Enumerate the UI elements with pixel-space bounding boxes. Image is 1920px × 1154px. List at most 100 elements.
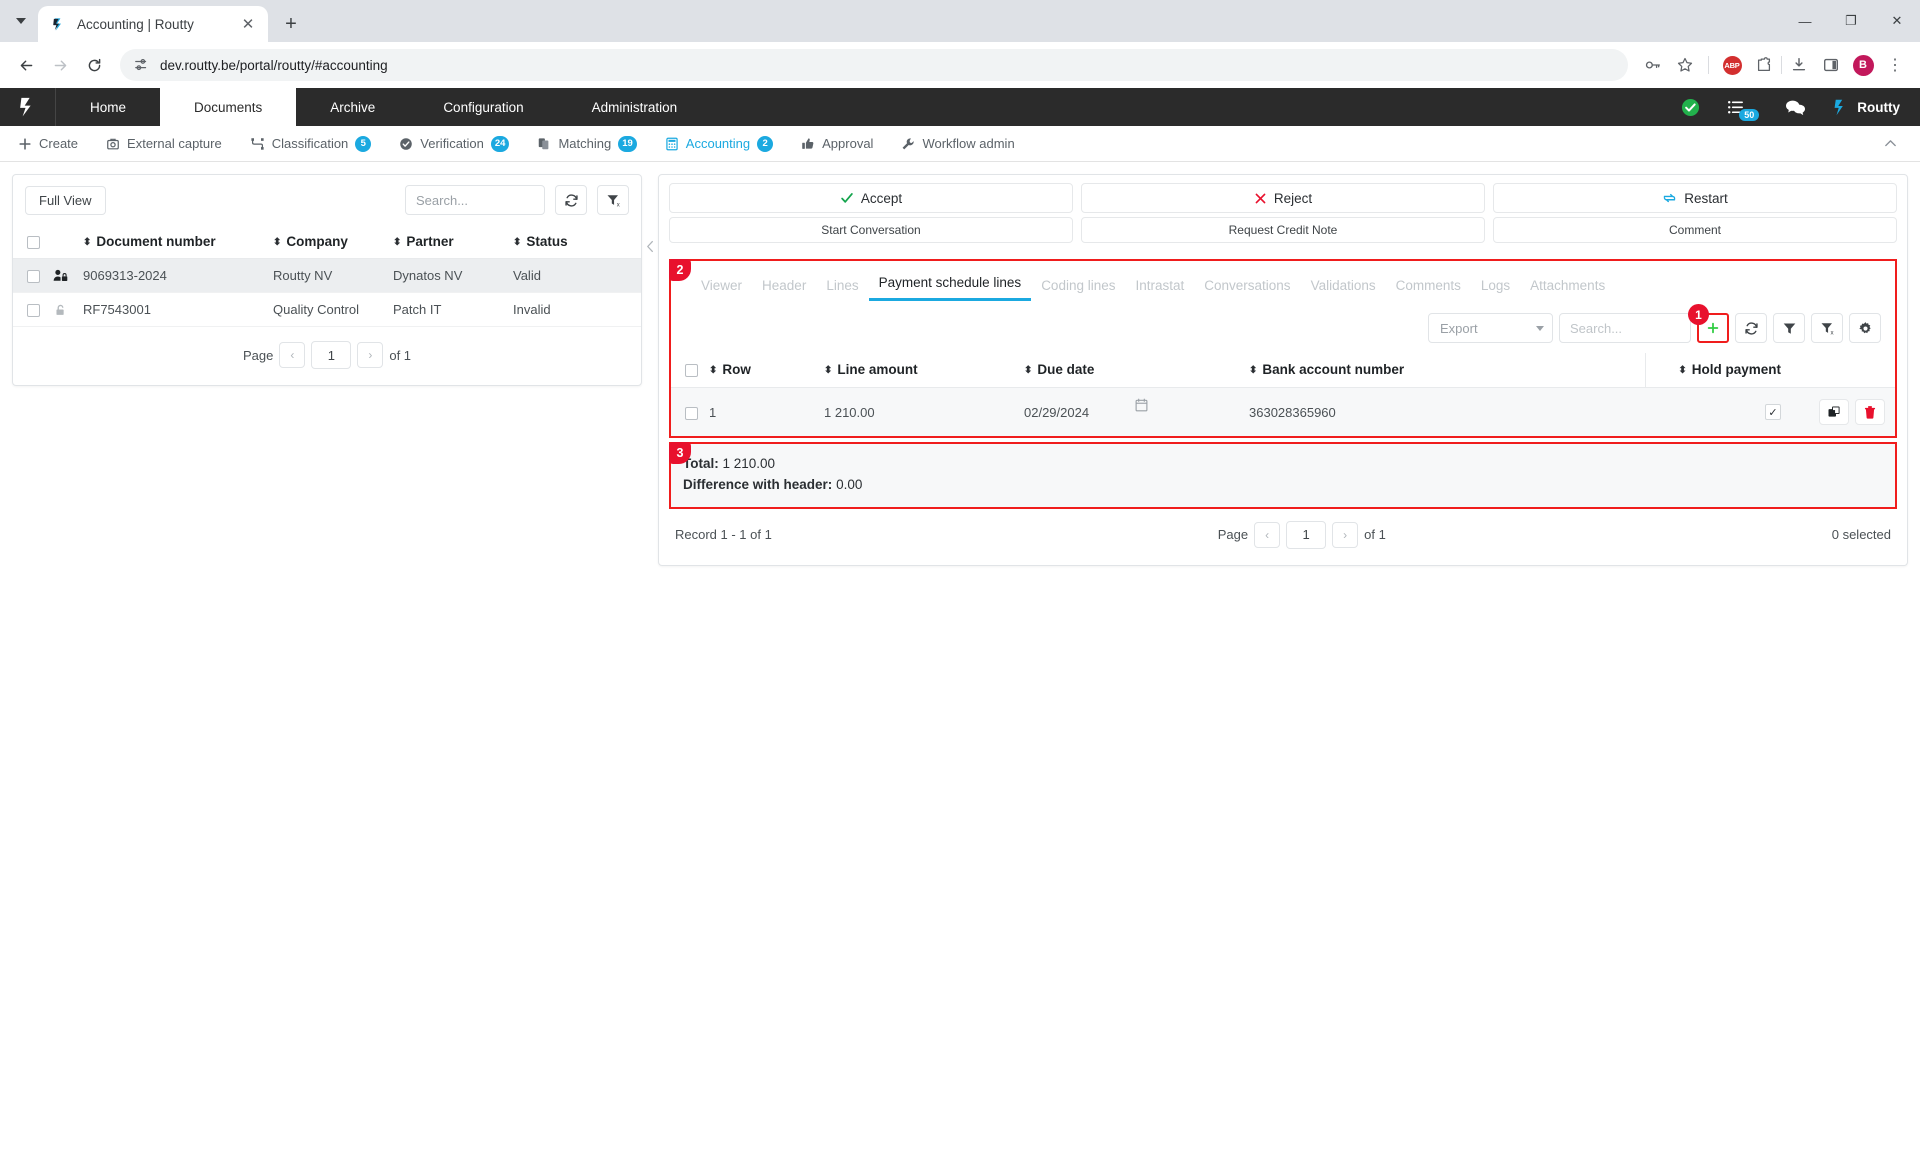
- tab-search-button[interactable]: [4, 4, 38, 38]
- tasks-list-icon[interactable]: 50: [1726, 98, 1759, 117]
- filter-icon[interactable]: [1773, 313, 1805, 343]
- maximize-button[interactable]: ❐: [1828, 0, 1874, 42]
- sort-icon[interactable]: ⬍: [1678, 365, 1686, 376]
- workflow-step-workflow-admin[interactable]: Workflow admin: [887, 136, 1028, 151]
- nav-item-home[interactable]: Home: [56, 88, 160, 126]
- nav-item-configuration[interactable]: Configuration: [409, 88, 557, 126]
- table-row[interactable]: 1 1 210.00 02/29/2024 363028365960: [671, 388, 1895, 437]
- new-tab-button[interactable]: +: [276, 9, 306, 39]
- browser-menu-icon[interactable]: ⋮: [1880, 50, 1910, 80]
- address-bar[interactable]: dev.routty.be/portal/routty/#accounting: [120, 49, 1628, 81]
- panel-collapse-handle[interactable]: [642, 174, 658, 253]
- password-key-icon[interactable]: [1638, 50, 1668, 80]
- tab-logs[interactable]: Logs: [1471, 272, 1520, 301]
- refresh-icon[interactable]: [555, 185, 587, 215]
- restart-button[interactable]: Restart: [1493, 183, 1897, 213]
- sort-icon[interactable]: ⬍: [513, 237, 521, 248]
- gear-icon[interactable]: [1849, 313, 1881, 343]
- nav-item-administration[interactable]: Administration: [558, 88, 712, 126]
- comment-button[interactable]: Comment: [1493, 217, 1897, 243]
- workflow-step-create[interactable]: Create: [18, 136, 92, 151]
- trash-icon[interactable]: [1855, 399, 1885, 425]
- tab-conversations[interactable]: Conversations: [1194, 272, 1300, 301]
- pager-total: of 1: [1364, 527, 1386, 542]
- tab-header[interactable]: Header: [752, 272, 816, 301]
- pager-next-button[interactable]: ›: [357, 342, 383, 368]
- chat-bubbles-icon[interactable]: [1785, 98, 1806, 117]
- accept-button[interactable]: Accept: [669, 183, 1073, 213]
- request-credit-note-button[interactable]: Request Credit Note: [1081, 217, 1485, 243]
- pager-page-input[interactable]: 1: [311, 341, 351, 369]
- downloads-icon[interactable]: [1784, 50, 1814, 80]
- workflow-step-approval[interactable]: Approval: [787, 136, 887, 151]
- workflow-step-external-capture[interactable]: External capture: [92, 136, 236, 151]
- classification-icon: [250, 137, 265, 151]
- bookmark-star-icon[interactable]: [1670, 50, 1700, 80]
- side-panel-icon[interactable]: [1816, 50, 1846, 80]
- tab-coding-lines[interactable]: Coding lines: [1031, 272, 1125, 301]
- hold-payment-checkbox[interactable]: ✓: [1765, 404, 1781, 420]
- tab-lines[interactable]: Lines: [816, 272, 868, 301]
- copy-icon[interactable]: [1819, 399, 1849, 425]
- nav-item-archive[interactable]: Archive: [296, 88, 409, 126]
- browser-omnibar: dev.routty.be/portal/routty/#accounting …: [0, 42, 1920, 88]
- site-settings-icon[interactable]: [134, 57, 150, 73]
- workflow-step-accounting[interactable]: Accounting 2: [651, 136, 787, 152]
- select-all-checkbox[interactable]: [685, 364, 698, 377]
- check-circle-icon[interactable]: [1681, 98, 1700, 117]
- export-dropdown[interactable]: Export: [1428, 313, 1553, 343]
- table-row[interactable]: RF7543001 Quality Control Patch IT Inval…: [13, 293, 641, 327]
- tab-comments[interactable]: Comments: [1386, 272, 1471, 301]
- column-header-line-amount: Line amount: [837, 362, 917, 377]
- tab-payment-schedule-lines[interactable]: Payment schedule lines: [869, 269, 1032, 301]
- back-icon[interactable]: [10, 49, 42, 81]
- pager-prev-button[interactable]: ‹: [279, 342, 305, 368]
- pager-page-input[interactable]: 1: [1286, 521, 1326, 549]
- forward-icon[interactable]: [44, 49, 76, 81]
- minimize-button[interactable]: —: [1782, 0, 1828, 42]
- tab-attachments[interactable]: Attachments: [1520, 272, 1615, 301]
- pager-prev-button[interactable]: ‹: [1254, 522, 1280, 548]
- filter-clear-icon[interactable]: x: [1811, 313, 1843, 343]
- tab-intrastat[interactable]: Intrastat: [1125, 272, 1194, 301]
- tab-validations[interactable]: Validations: [1301, 272, 1386, 301]
- workflow-step-classification[interactable]: Classification 5: [236, 136, 386, 152]
- user-menu[interactable]: Routty: [1832, 98, 1900, 117]
- avatar[interactable]: B: [1848, 50, 1878, 80]
- pager-next-button[interactable]: ›: [1332, 522, 1358, 548]
- cell-row: 1: [705, 388, 820, 437]
- workflow-step-verification[interactable]: Verification 24: [385, 136, 523, 152]
- nav-item-documents[interactable]: Documents: [160, 88, 296, 126]
- start-conversation-button[interactable]: Start Conversation: [669, 217, 1073, 243]
- refresh-icon[interactable]: [1735, 313, 1767, 343]
- select-all-checkbox[interactable]: [27, 236, 40, 249]
- window-close-button[interactable]: ✕: [1874, 0, 1920, 42]
- table-row[interactable]: 9069313-2024 Routty NV Dynatos NV Valid: [13, 259, 641, 293]
- row-checkbox[interactable]: [27, 304, 40, 317]
- filter-clear-icon[interactable]: x: [597, 185, 629, 215]
- sort-icon[interactable]: ⬍: [709, 365, 717, 376]
- tab-viewer[interactable]: Viewer: [691, 272, 752, 301]
- sort-icon[interactable]: ⬍: [824, 365, 832, 376]
- reject-button[interactable]: Reject: [1081, 183, 1485, 213]
- row-checkbox[interactable]: [685, 407, 698, 420]
- extensions-puzzle-icon[interactable]: [1749, 50, 1779, 80]
- chevron-up-icon[interactable]: [1883, 136, 1902, 151]
- routty-brand-logo[interactable]: [0, 88, 56, 126]
- workflow-step-matching[interactable]: Matching 19: [523, 136, 650, 152]
- row-checkbox[interactable]: [27, 270, 40, 283]
- adblock-plus-icon[interactable]: ABP: [1717, 50, 1747, 80]
- sort-icon[interactable]: ⬍: [1249, 365, 1257, 376]
- sort-icon[interactable]: ⬍: [1024, 365, 1032, 376]
- sort-icon[interactable]: ⬍: [273, 237, 281, 248]
- difference-value: 0.00: [836, 477, 862, 492]
- workflow-step-badge: 5: [355, 136, 371, 152]
- full-view-button[interactable]: Full View: [25, 186, 106, 215]
- lines-search-input[interactable]: Search...: [1559, 313, 1691, 343]
- sort-icon[interactable]: ⬍: [83, 237, 91, 248]
- browser-tab-active[interactable]: Accounting | Routty ✕: [38, 6, 268, 42]
- reload-icon[interactable]: [78, 49, 110, 81]
- close-icon[interactable]: ✕: [238, 14, 258, 34]
- search-input[interactable]: Search...: [405, 185, 545, 215]
- sort-icon[interactable]: ⬍: [393, 237, 401, 248]
